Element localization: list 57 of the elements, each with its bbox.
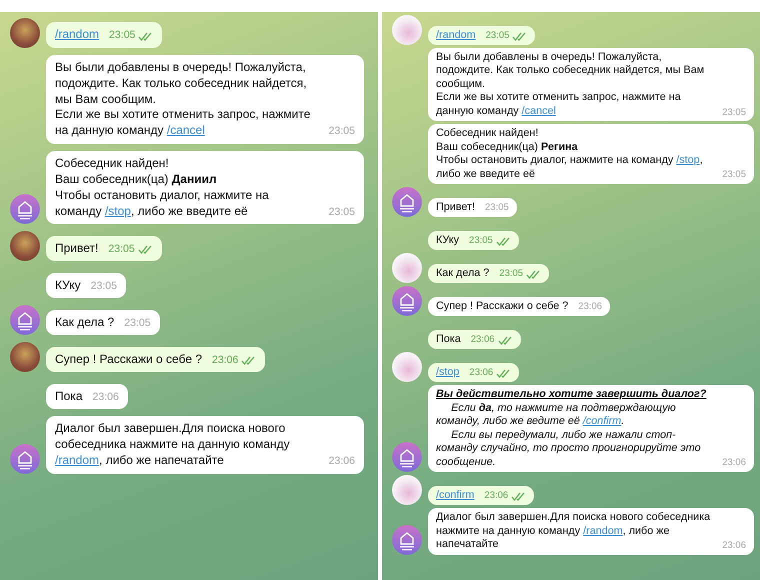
message-text: Если вы передумали, либо же нажали стоп-команду случайно, то просто проигнорируйте это сообщение.: [436, 428, 702, 470]
message-text: Вы были добавлены в очередь! Пожалуйста, подождите. Как только собеседник найдется, мы Вам сообщим.: [55, 60, 308, 108]
message-time: 23:06: [469, 367, 494, 380]
command-link[interactable]: /random: [55, 27, 100, 42]
command-link[interactable]: /stop: [436, 366, 460, 378]
message-time: 23:05: [124, 316, 151, 330]
command-link[interactable]: /random: [55, 453, 100, 468]
message-time: 23:06: [578, 301, 602, 314]
command-link[interactable]: /cancel: [166, 123, 205, 138]
command-link[interactable]: /random: [583, 524, 623, 537]
message-time: 23:05: [328, 206, 355, 220]
message-text: Как дела ?: [55, 314, 114, 330]
message-text: КУку: [55, 278, 81, 294]
message-text: Пока: [55, 388, 82, 404]
message-time: 23:06: [212, 354, 238, 368]
message-text: Супер ! Расскажи о себе ?: [436, 300, 568, 314]
message-time: 23:05: [469, 235, 493, 248]
message-text: Если же вы хотите отменить запрос, нажмите на данную команду /cancel: [55, 107, 312, 140]
message-text: Привет!: [436, 200, 476, 214]
message-time: 23:05: [722, 169, 746, 182]
message-time: 23:05: [90, 280, 117, 294]
message-time: 23:05: [499, 268, 524, 280]
message-text: Если да, то нажмите на подтверждающую команду, либо же ведите её /confirm.: [436, 402, 677, 429]
message-time: 23:05: [328, 125, 355, 140]
message-text: Супер ! Расскажи о себе ?: [55, 352, 202, 368]
message-time: 23:06: [722, 457, 746, 470]
message-time: 23:06: [470, 334, 495, 346]
message-time: 23:05: [108, 242, 135, 256]
command-link[interactable]: /stop: [104, 204, 131, 218]
message-text: Ваш собеседник(ца) Регина: [436, 140, 579, 154]
message-text: Ваш собеседник(ца) Даниил: [55, 172, 218, 188]
message-text: Собеседник найден!: [55, 156, 170, 172]
command-link[interactable]: /confirm: [582, 415, 622, 428]
message-text: Чтобы остановить диалог, нажмите на команду /stop, либо же введите её: [55, 188, 270, 220]
message-text: Собеседник найден!: [436, 127, 540, 141]
message-text: КУку: [436, 234, 460, 248]
message-text: Пока: [436, 332, 461, 346]
message-time: 23:05: [486, 30, 510, 42]
message-time: 23:06: [484, 490, 508, 502]
command-link[interactable]: /random: [436, 28, 476, 41]
message-time: 23:06: [328, 455, 355, 469]
message-text: Диалог был завершен.Для поиска нового собеседника нажмите на данную команду /random, либо же напечатайте: [55, 421, 291, 469]
message-time: 23:06: [722, 540, 746, 552]
command-link[interactable]: /stop: [676, 154, 700, 166]
message-text: Диалог был завершен.Для поиска нового собеседника нажмите на данную команду /random, либо же напечатайте: [436, 511, 712, 552]
message-text: Как дела ?: [436, 266, 490, 280]
command-link[interactable]: /confirm: [436, 488, 474, 501]
message-time: 23:05: [722, 106, 746, 118]
message-time: 23:05: [485, 202, 509, 214]
command-link[interactable]: /cancel: [522, 104, 556, 117]
message-time: 23:06: [92, 390, 119, 404]
message-text: Привет!: [55, 240, 98, 256]
message-text: Вы были добавлены в очередь! Пожалуйста, подождите. Как только собеседник найдется, мы Вам сообщим.: [436, 51, 706, 92]
message-text: Чтобы остановить диалог, нажмите на команду /stop, либо же введите её: [436, 154, 704, 182]
message-text: Если же вы хотите отменить запрос, нажмите на данную команду /cancel: [436, 91, 682, 118]
message-text: Вы действительно хотите завершить диалог?: [436, 388, 708, 402]
message-time: 23:05: [109, 29, 136, 43]
